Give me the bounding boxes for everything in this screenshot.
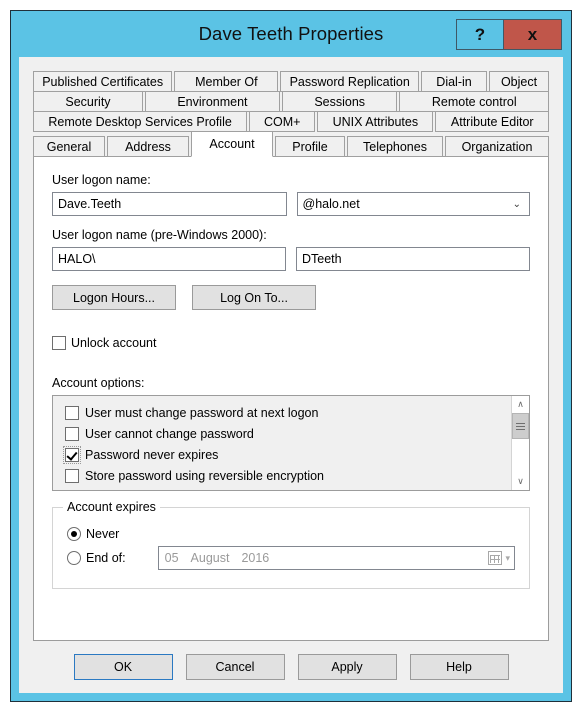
tab-general[interactable]: General bbox=[33, 136, 105, 157]
date-day: 05 bbox=[164, 551, 179, 565]
tab-password-replication[interactable]: Password Replication bbox=[280, 71, 420, 92]
tab-row-1: Published Certificates Member Of Passwor… bbox=[33, 71, 550, 92]
tab-row-2: Security Environment Sessions Remote con… bbox=[33, 91, 550, 112]
option-checkbox[interactable] bbox=[65, 405, 79, 420]
date-picker-controls[interactable]: ▾ bbox=[488, 551, 510, 565]
grip-line bbox=[516, 422, 525, 424]
account-expires-groupbox: Account expires Never End of: 05 August … bbox=[52, 500, 530, 589]
close-button[interactable]: x bbox=[503, 19, 562, 50]
option-label: Store password using reversible encrypti… bbox=[85, 468, 325, 483]
date-month: August bbox=[190, 551, 230, 565]
date-value: 05 August 2016 bbox=[165, 551, 270, 565]
account-options-items: User must change password at next logon … bbox=[53, 396, 511, 490]
option-label: User must change password at next logon bbox=[85, 405, 319, 420]
unlock-account-row[interactable]: Unlock account bbox=[52, 336, 530, 350]
tab-row-3: Remote Desktop Services Profile COM+ UNI… bbox=[33, 111, 549, 132]
tab-remote-desktop-services-profile[interactable]: Remote Desktop Services Profile bbox=[33, 111, 248, 132]
date-year: 2016 bbox=[241, 551, 270, 565]
scroll-up-icon[interactable]: ∧ bbox=[512, 396, 529, 413]
help-button[interactable]: ? bbox=[456, 19, 503, 50]
log-on-to-button[interactable]: Log On To... bbox=[192, 285, 316, 310]
tab-attribute-editor[interactable]: Attribute Editor bbox=[435, 111, 549, 132]
tab-dial-in[interactable]: Dial-in bbox=[421, 71, 488, 92]
title-bar[interactable]: Dave Teeth Properties ? x bbox=[11, 11, 571, 57]
properties-dialog-window: Dave Teeth Properties ? x Published Cert… bbox=[10, 10, 572, 702]
list-item[interactable]: Store password using reversible encrypti… bbox=[65, 465, 511, 486]
list-item-partial[interactable] bbox=[65, 486, 511, 490]
pre-windows-2000-row: HALO\ DTeeth bbox=[52, 247, 530, 271]
user-logon-name-label: User logon name: bbox=[52, 173, 151, 187]
ok-button[interactable]: OK bbox=[73, 654, 173, 680]
option-label: User cannot change password bbox=[85, 426, 254, 441]
list-item[interactable]: User must change password at next logon bbox=[65, 402, 511, 423]
option-checkbox[interactable] bbox=[65, 426, 79, 441]
upn-suffix-select[interactable]: @halo.net ⌄ bbox=[296, 192, 530, 216]
pre-windows-2000-name-input[interactable]: DTeeth bbox=[296, 247, 530, 271]
apply-button[interactable]: Apply bbox=[297, 654, 397, 680]
account-options-scrollbar[interactable]: ∧ ∨ bbox=[511, 396, 529, 490]
tab-security[interactable]: Security bbox=[33, 91, 143, 112]
tab-telephones[interactable]: Telephones bbox=[347, 136, 443, 157]
chevron-down-icon: ⌄ bbox=[512, 198, 521, 210]
unlock-account-label: Unlock account bbox=[71, 336, 157, 350]
window-title: Dave Teeth Properties bbox=[198, 23, 384, 44]
option-checkbox[interactable] bbox=[65, 468, 79, 483]
end-of-date-picker[interactable]: 05 August 2016 ▾ bbox=[157, 546, 515, 570]
user-logon-name-row: Dave.Teeth @halo.net ⌄ bbox=[52, 192, 530, 216]
end-of-radio[interactable] bbox=[67, 551, 81, 565]
option-checkbox[interactable] bbox=[63, 445, 81, 464]
tab-environment[interactable]: Environment bbox=[144, 91, 280, 112]
account-expires-title: Account expires bbox=[63, 500, 160, 514]
logon-hours-button[interactable]: Logon Hours... bbox=[52, 285, 176, 310]
tab-row-4: General Address Account Profile Telephon… bbox=[33, 131, 549, 157]
scroll-down-icon[interactable]: ∨ bbox=[512, 473, 529, 490]
tab-unix-attributes[interactable]: UNIX Attributes bbox=[317, 111, 434, 132]
scrollbar-track[interactable] bbox=[512, 413, 529, 473]
tab-published-certificates[interactable]: Published Certificates bbox=[33, 71, 173, 92]
list-item[interactable]: User cannot change password bbox=[65, 423, 511, 444]
tab-com-plus[interactable]: COM+ bbox=[249, 111, 316, 132]
caption-button-group: ? x bbox=[456, 19, 562, 50]
tab-member-of[interactable]: Member Of bbox=[174, 71, 279, 92]
calendar-icon[interactable] bbox=[488, 551, 503, 565]
never-label: Never bbox=[86, 527, 120, 541]
tab-account[interactable]: Account bbox=[191, 131, 273, 157]
tab-sessions[interactable]: Sessions bbox=[281, 91, 398, 112]
tab-organization[interactable]: Organization bbox=[445, 136, 549, 157]
tab-address[interactable]: Address bbox=[107, 136, 189, 157]
pre-windows-2000-domain-input[interactable]: HALO\ bbox=[52, 247, 286, 271]
upn-suffix-value: @halo.net bbox=[302, 197, 360, 211]
scrollbar-thumb[interactable] bbox=[512, 413, 529, 439]
never-radio[interactable] bbox=[67, 527, 81, 541]
account-options-listbox[interactable]: User must change password at next logon … bbox=[52, 395, 530, 491]
tab-strip: Published Certificates Member Of Passwor… bbox=[19, 57, 563, 157]
logon-buttons-row: Logon Hours... Log On To... bbox=[52, 285, 530, 310]
end-of-label: End of: bbox=[86, 551, 126, 565]
option-checkbox[interactable] bbox=[65, 489, 79, 490]
option-label: Password never expires bbox=[85, 447, 219, 462]
cancel-button[interactable]: Cancel bbox=[185, 654, 285, 680]
account-expires-never-row[interactable]: Never bbox=[67, 522, 515, 546]
chevron-down-icon[interactable]: ▾ bbox=[505, 553, 510, 564]
grip-line bbox=[516, 428, 525, 430]
user-logon-name-input[interactable]: Dave.Teeth bbox=[52, 192, 287, 216]
tab-remote-control[interactable]: Remote control bbox=[399, 91, 550, 112]
grip-line bbox=[516, 425, 525, 427]
pre-windows-2000-label: User logon name (pre-Windows 2000): bbox=[52, 228, 267, 242]
dialog-button-bar: OK Cancel Apply Help bbox=[19, 641, 563, 693]
dialog-client-area: Published Certificates Member Of Passwor… bbox=[19, 57, 563, 693]
account-tab-panel: User logon name: Dave.Teeth @halo.net ⌄ … bbox=[33, 156, 549, 641]
tab-profile[interactable]: Profile bbox=[275, 136, 345, 157]
tab-object[interactable]: Object bbox=[489, 71, 550, 92]
unlock-account-checkbox[interactable] bbox=[52, 336, 66, 350]
account-expires-end-of-row[interactable]: End of: 05 August 2016 ▾ bbox=[67, 546, 515, 570]
list-item[interactable]: Password never expires bbox=[63, 444, 511, 465]
help-text-button[interactable]: Help bbox=[409, 654, 509, 680]
account-options-label: Account options: bbox=[52, 376, 145, 390]
